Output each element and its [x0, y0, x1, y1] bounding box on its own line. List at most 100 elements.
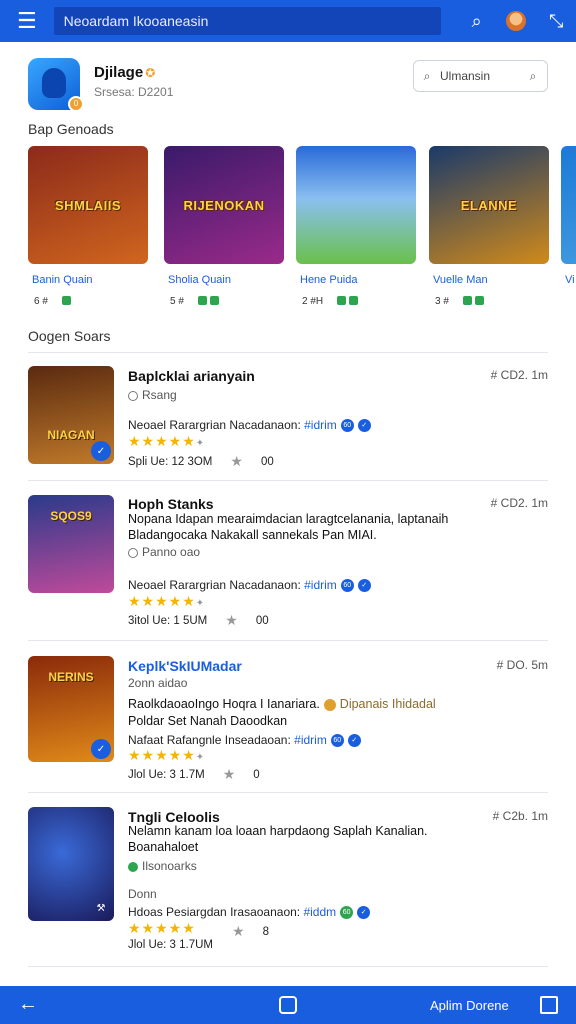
collapse-icon[interactable]: ⤡ — [536, 0, 576, 42]
search-icon: ⌕ — [423, 68, 431, 83]
star-icon: ★ — [230, 453, 243, 469]
featured-card[interactable]: RIJENOKAN Sholia Quain 5 # — [164, 146, 286, 314]
list-item-sub: 2onn aidao — [128, 676, 188, 690]
featured-card[interactable]: Vi — [561, 146, 576, 314]
tool-icon: ⚒ — [96, 902, 106, 914]
list-item[interactable]: NERINS ✓ Keplk'SkIUMadar # DO. 5m 2onn ai… — [28, 656, 548, 786]
card-art — [296, 146, 416, 264]
list-item-desc: Boanahaloet — [128, 840, 199, 854]
rating-stars: ★★★★★✦ — [128, 747, 206, 763]
featured-card[interactable]: ELANNE Vuelle Man 3 # — [429, 146, 551, 314]
list-item-desc: Nelamn kanam loa loaan harpdaong Saplah … — [128, 824, 428, 838]
search-icon[interactable]: ⌕ — [457, 0, 497, 42]
back-arrow-icon[interactable]: ← — [18, 993, 38, 1016]
star-icon: ★ — [232, 923, 245, 939]
featured-carousel[interactable]: SHMLAIIS Banin Quain 6 # RIJENOKAN Sholi… — [28, 146, 576, 316]
card-meta: 3 # — [435, 296, 484, 308]
featured-card[interactable]: Hene Puida 2 #H — [296, 146, 418, 314]
developer-link[interactable]: #idrim — [304, 578, 337, 592]
verified-icon: ✪ — [145, 66, 156, 80]
featured-card[interactable]: SHMLAIIS Banin Quain 6 # — [28, 146, 150, 314]
section-title-featured: Bap Genoads — [28, 121, 114, 137]
installed-icon: ✓ — [91, 739, 111, 759]
list-item-desc: RaolkdaoaoIngo Hoqra I Ianariara. Dipanai… — [128, 697, 436, 711]
list-item-time: # C2b. 1m — [492, 809, 548, 823]
card-name: Sholia Quain — [168, 274, 231, 286]
avatar[interactable] — [497, 0, 537, 42]
list-item-title: Tngli Celoolis — [128, 809, 220, 825]
hamburger-icon[interactable]: ☰ — [0, 0, 54, 42]
rating-stars: ★★★★★✦ — [128, 593, 206, 609]
card-meta: 2 #H — [302, 296, 358, 308]
divider — [28, 792, 548, 793]
app-search-label: Ulmansin — [440, 69, 491, 83]
app-subtitle: Srsesa: D2201 — [94, 85, 174, 99]
list-item-desc: Poldar Set Nanah Daoodkan — [128, 714, 288, 728]
list-item-stats-rating: ★ 8 — [232, 923, 269, 939]
card-art: SHMLAIIS — [28, 146, 148, 264]
card-name: Banin Quain — [32, 274, 93, 286]
card-name: Hene Puida — [300, 274, 358, 286]
card-name: Vuelle Man — [433, 274, 488, 286]
list-item-stats: Jlol Ue: 3 1.7M ★ 0 — [128, 766, 260, 782]
installed-icon: ✓ — [91, 441, 111, 461]
card-art: RIJENOKAN — [164, 146, 284, 264]
list-item-title: Baplcklai arianyain — [128, 368, 255, 384]
list-item-stats: Jlol Ue: 3 1.7UM — [128, 939, 214, 951]
card-art — [561, 146, 576, 264]
bottom-nav: ← Aplim Dorene — [0, 986, 576, 1024]
developer-line: Neoael Rarargrian Nacadanaon: #idrim 60 ✓ — [128, 418, 371, 433]
divider — [28, 640, 548, 641]
list-item-time: # CD2. 1m — [490, 368, 548, 382]
developer-link[interactable]: #idrim — [304, 418, 337, 432]
developer-line: Nafaat Rafangnle Inseadaoan: #idrim 60 ✓ — [128, 733, 361, 748]
card-art: ELANNE — [429, 146, 549, 264]
section-title-list: Oogen Soars — [28, 328, 111, 344]
list-item[interactable]: NIAGAN ✓ Baplcklai arianyain # CD2. 1m Rs… — [28, 366, 548, 476]
card-name: Vi — [565, 274, 575, 286]
card-meta: 5 # — [170, 296, 219, 308]
list-item-time: # CD2. 1m — [490, 496, 548, 510]
list-item-stats: Spli Ue: 12 3OM ★ 00 — [128, 453, 274, 469]
list-item-desc: Nopana Idapan mearaimdacian laragtcelana… — [128, 512, 449, 526]
update-badge: 0 — [68, 96, 84, 112]
list-item-title: Hoph Stanks — [128, 496, 214, 512]
list-item-thumbnail: SQOS9 — [28, 495, 114, 593]
rating-stars: ★★★★★ — [128, 920, 196, 936]
bottom-nav-label[interactable]: Aplim Dorene — [430, 998, 509, 1013]
list-item[interactable]: ⚒ Tngli Celoolis # C2b. 1m Nelamn kanam … — [28, 807, 548, 957]
list-item-title: Keplk'SkIUMadar — [128, 658, 242, 674]
star-icon: ★ — [225, 612, 238, 628]
emoji-icon — [323, 698, 336, 711]
top-bar: ☰ Neoardam Ikooaneasin ⌕ ⤡ — [0, 0, 576, 42]
list-item[interactable]: SQOS9 Hoph Stanks # CD2. 1m Nopana Idapa… — [28, 494, 548, 628]
list-item-sub: Rsang — [128, 388, 177, 402]
developer-line: Neoael Rarargrian Nacadanaon: #idrim 60 ✓ — [128, 578, 371, 593]
divider — [28, 480, 548, 481]
developer-link[interactable]: #idrim — [294, 733, 327, 747]
list-item-thumbnail: NERINS ✓ — [28, 656, 114, 762]
star-icon: ★ — [222, 766, 236, 782]
card-meta: 6 # — [34, 296, 71, 308]
app-icon[interactable]: 0 — [28, 58, 84, 112]
developer-link[interactable]: #iddm — [303, 905, 336, 919]
app-name: Djilage ✪ — [94, 64, 156, 81]
rating-stars: ★★★★★✦ — [128, 433, 206, 449]
divider — [28, 966, 548, 967]
list-item-desc: Bladangocaka Nakakall sannekals Pan MIAI… — [128, 528, 377, 542]
list-item-sub: Panno oao — [128, 545, 200, 559]
developer-line: Hdoas Pesiargdan Irasaoanaon: #iddm 60 ✓ — [128, 905, 371, 920]
divider — [28, 352, 548, 353]
list-item-stats: 3itol Ue: 1 5UM ★ 00 — [128, 612, 269, 628]
list-item-sub: Ilsonoarks — [128, 859, 197, 873]
list-item-sub: Donn — [128, 887, 157, 901]
app-search-field[interactable]: ⌕ Ulmansin ⌕ — [413, 60, 548, 92]
app-header: 0 Djilage ✪ Srsesa: D2201 ⌕ Ulmansin ⌕ — [28, 58, 548, 112]
list-item-time: # DO. 5m — [496, 658, 548, 672]
top-search-input[interactable]: Neoardam Ikooaneasin — [53, 7, 441, 35]
list-item-thumbnail: ⚒ — [28, 807, 114, 921]
list-item-thumbnail: NIAGAN ✓ — [28, 366, 114, 464]
image-icon[interactable] — [540, 996, 558, 1014]
home-icon[interactable] — [279, 996, 297, 1014]
search-icon[interactable]: ⌕ — [519, 69, 547, 84]
